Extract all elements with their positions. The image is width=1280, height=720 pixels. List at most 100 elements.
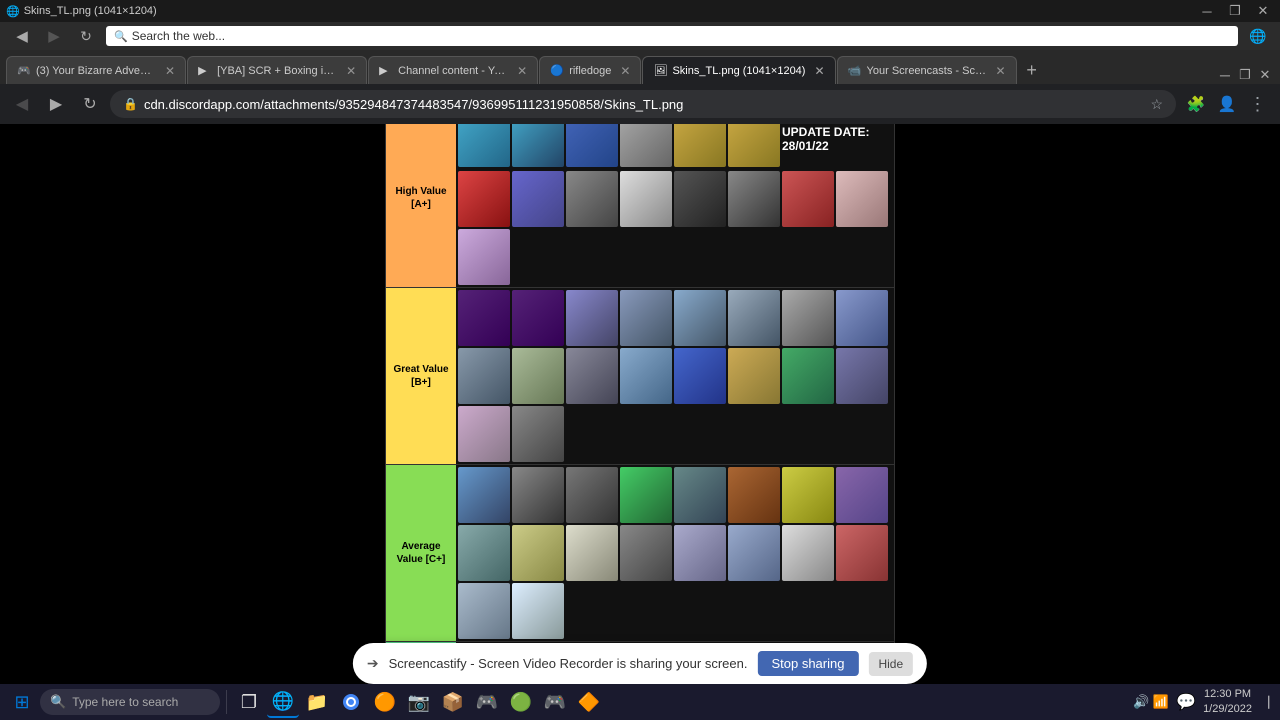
update-date-area: UPDATE DATE: 28/01/22 <box>782 124 892 167</box>
taskbar-icon-4[interactable]: 🎮 <box>539 686 571 718</box>
tier-cell <box>512 348 564 404</box>
tier-cell <box>782 348 834 404</box>
tier-cell <box>458 467 510 523</box>
tier-cell <box>728 290 780 346</box>
start-button[interactable]: ⊞ <box>6 686 38 718</box>
window-controls[interactable]: ─ ❐ ✕ <box>1196 3 1274 19</box>
reload-button[interactable]: ↻ <box>72 22 100 50</box>
tier-cell <box>782 171 834 227</box>
tab-close-skins[interactable]: ✕ <box>814 64 824 78</box>
url-input[interactable] <box>144 97 1144 112</box>
taskbar-icon-2[interactable]: 📷 <box>403 686 435 718</box>
browser-logo: 🌐 <box>6 5 20 18</box>
tier-cell <box>566 525 618 581</box>
tab-channel[interactable]: ▶ Channel content - YouTube ... ✕ <box>368 56 538 84</box>
tier-row-b: Great Value [B+] <box>386 288 894 465</box>
tab-favicon-rifledoge: 🔵 <box>550 64 564 78</box>
tab-close-yba[interactable]: ✕ <box>165 64 175 78</box>
tab-favicon-skins: 🖼 <box>653 64 667 78</box>
tab-bar: 🎮 (3) Your Bizarre Adventure - ... ✕ ▶ [… <box>0 50 1280 84</box>
tier-cell <box>674 290 726 346</box>
tier-cell <box>620 467 672 523</box>
tab-bar-close[interactable]: ✕ <box>1256 66 1274 84</box>
taskbar-search[interactable]: 🔍 Type here to search <box>40 689 220 715</box>
forward-button[interactable]: ▶ <box>40 22 68 50</box>
tab-close-screencasts[interactable]: ✕ <box>996 64 1006 78</box>
taskbar-search-label: Type here to search <box>72 695 178 709</box>
tier-cell <box>782 290 834 346</box>
taskbar-steam[interactable]: 🎮 <box>471 686 503 718</box>
tier-cell <box>512 583 564 639</box>
tier-cell <box>566 171 618 227</box>
extensions-icon[interactable]: 🧩 <box>1182 90 1210 118</box>
tier-cell <box>512 525 564 581</box>
tier-a-content: UPDATE DATE: 28/01/22 <box>456 124 894 287</box>
tab-favicon-yba: 🎮 <box>17 64 31 78</box>
hide-button[interactable]: Hide <box>868 652 913 676</box>
taskbar-icon-5[interactable]: 🔶 <box>573 686 605 718</box>
tier-cell <box>620 348 672 404</box>
taskbar-icon-3[interactable]: 🟢 <box>505 686 537 718</box>
notification-button[interactable]: 💬 <box>1173 689 1199 715</box>
tab-favicon-channel: ▶ <box>379 64 393 78</box>
tier-cell <box>674 124 726 167</box>
tier-cell <box>782 467 834 523</box>
tab-skins-tl[interactable]: 🖼 Skins_TL.png (1041×1204) ✕ <box>642 56 835 84</box>
minimize-button[interactable]: ─ <box>1196 3 1218 19</box>
ie-icon: 🌐 <box>1244 22 1272 50</box>
reload-nav-button[interactable]: ↻ <box>76 90 104 118</box>
tier-cell <box>620 290 672 346</box>
profile-icon[interactable]: 👤 <box>1213 90 1241 118</box>
close-button[interactable]: ✕ <box>1252 3 1274 19</box>
menu-icon[interactable]: ⋮ <box>1244 90 1272 118</box>
tier-cell <box>512 290 564 346</box>
taskbar-dropbox[interactable]: 📦 <box>437 686 469 718</box>
tier-label-b: Great Value [B+] <box>386 288 456 464</box>
tab-yba[interactable]: 🎮 (3) Your Bizarre Adventure - ... ✕ <box>6 56 186 84</box>
bookmark-icon[interactable]: ☆ <box>1150 96 1163 113</box>
search-input[interactable] <box>132 29 1230 43</box>
back-nav-button[interactable]: ◀ <box>8 90 36 118</box>
tier-cell <box>836 525 888 581</box>
tab-scr[interactable]: ▶ [YBA] SCR + Boxing in Steel ... ✕ <box>187 56 367 84</box>
tier-cell <box>458 406 510 462</box>
tier-cell <box>728 525 780 581</box>
tierlist-image: Skins Tierlist by Withered and Yoshobo#0… <box>385 124 895 712</box>
tab-close-scr[interactable]: ✕ <box>346 64 356 78</box>
tier-cells-a-bottom <box>456 169 894 287</box>
forward-nav-button[interactable]: ▶ <box>42 90 70 118</box>
tier-cell <box>512 171 564 227</box>
main-content-area: Skins Tierlist by Withered and Yoshobo#0… <box>0 124 1280 712</box>
tab-screencasts[interactable]: 📹 Your Screencasts - Screencas... ✕ <box>837 56 1017 84</box>
tab-favicon-scr: ▶ <box>198 64 212 78</box>
tier-cell <box>728 124 780 167</box>
taskbar-file-explorer[interactable]: 📁 <box>301 686 333 718</box>
tier-cell <box>458 171 510 227</box>
show-desktop-button[interactable]: ▕ <box>1256 689 1274 715</box>
taskbar-task-view[interactable]: ❐ <box>233 686 265 718</box>
tier-cell <box>674 171 726 227</box>
new-tab-button[interactable]: + <box>1018 56 1046 84</box>
tab-close-rifledoge[interactable]: ✕ <box>620 64 630 78</box>
stop-sharing-button[interactable]: Stop sharing <box>757 651 858 676</box>
taskbar: ⊞ 🔍 Type here to search ❐ 🌐 📁 🟠 📷 📦 🎮 🟢 … <box>0 684 1280 720</box>
back-button[interactable]: ◀ <box>8 22 36 50</box>
tab-bar-restore[interactable]: ❐ <box>1236 66 1254 84</box>
tier-cell <box>674 348 726 404</box>
address-bar[interactable]: 🔒 ☆ <box>110 90 1176 118</box>
taskbar-search-icon: 🔍 <box>50 694 66 710</box>
tier-cell <box>512 406 564 462</box>
tier-cell <box>836 467 888 523</box>
tier-cell <box>458 583 510 639</box>
restore-button[interactable]: ❐ <box>1224 3 1246 19</box>
tab-rifledoge[interactable]: 🔵 rifledoge ✕ <box>539 56 641 84</box>
taskbar-icon-1[interactable]: 🟠 <box>369 686 401 718</box>
taskbar-edge[interactable]: 🌐 <box>267 686 299 718</box>
tier-cells-c <box>456 465 894 641</box>
tab-close-channel[interactable]: ✕ <box>517 64 527 78</box>
screencastify-arrow: ➔ <box>367 655 379 672</box>
tab-bar-minimize[interactable]: ─ <box>1216 66 1234 84</box>
tier-cell <box>458 229 510 285</box>
taskbar-chrome[interactable] <box>335 686 367 718</box>
taskbar-sep <box>226 690 227 714</box>
